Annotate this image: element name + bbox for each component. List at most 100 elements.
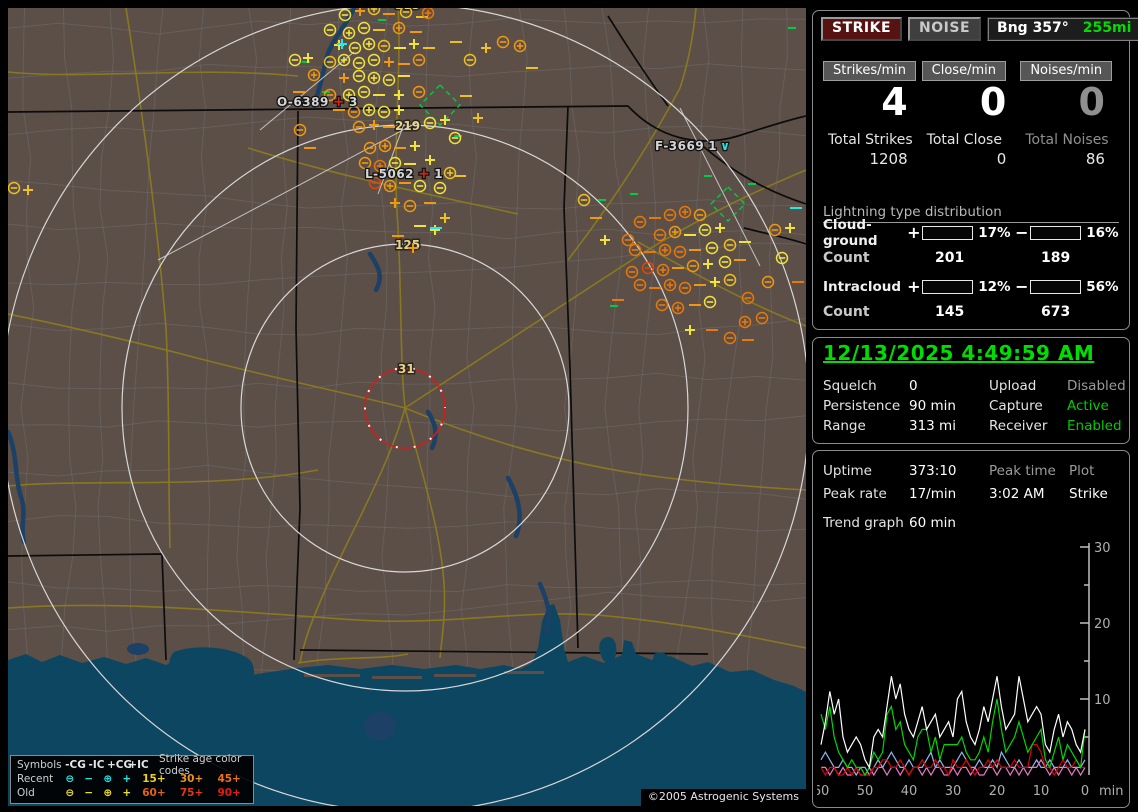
- svg-text:30: 30: [1094, 541, 1111, 556]
- strike-trend-chart: 10 20 30 60 50 40 30 20 10 0 min: [817, 541, 1124, 799]
- noises-per-min-value: 0: [1078, 80, 1105, 124]
- lightning-map[interactable]: 31321912531O-6389+3L-5062+1F-36691∨ Symb…: [8, 8, 806, 806]
- total-noises-label: Total Noises: [1025, 132, 1109, 148]
- total-close-value: 0: [996, 150, 1007, 168]
- plus-icon: +: [122, 773, 132, 785]
- plus-icon: +: [122, 787, 132, 799]
- ic-negative-count: 673: [1041, 304, 1071, 320]
- ic-positive-percent: 12%: [978, 278, 1011, 295]
- svg-text:20: 20: [1094, 617, 1111, 632]
- upload-label: Upload: [989, 378, 1037, 394]
- strikes-per-min-value: 4: [881, 80, 908, 124]
- system-status-panel: 12/13/2025 4:49:59 AM Squelch 0 Upload D…: [812, 337, 1130, 444]
- ic-negative-percent: 56%: [1086, 278, 1119, 295]
- svg-text:0: 0: [1081, 784, 1089, 799]
- svg-text:20: 20: [989, 784, 1006, 799]
- persistence-value: 90 min: [909, 398, 956, 414]
- range-label: Range: [823, 418, 866, 434]
- persistence-label: Persistence: [823, 398, 901, 414]
- total-noises-value: 86: [1085, 150, 1105, 168]
- age-code-15: 15+: [142, 773, 166, 785]
- circle-plus-icon: ⊕: [103, 787, 113, 799]
- cg-positive-percent: 17%: [978, 224, 1011, 241]
- svg-text:125: 125: [395, 238, 420, 252]
- positive-sign: +: [907, 223, 921, 242]
- svg-text:31: 31: [398, 362, 415, 376]
- receiver-label: Receiver: [989, 418, 1048, 434]
- datetime-display: 12/13/2025 4:49:59 AM: [823, 341, 1095, 365]
- close-per-min-value: 0: [979, 80, 1007, 124]
- squelch-label: Squelch: [823, 378, 877, 394]
- total-close-label: Total Close: [926, 132, 1002, 148]
- uptime-label: Uptime: [823, 463, 872, 479]
- plot-header: Plot: [1069, 463, 1095, 479]
- bearing-value: Bng 357°: [997, 20, 1069, 36]
- capture-label: Capture: [989, 398, 1043, 414]
- map-canvas: 31321912531O-6389+3L-5062+1F-36691∨: [8, 8, 806, 806]
- application-window: { "map": { "colors": { "land": "#5b4f48"…: [0, 0, 1138, 812]
- ic-negative-bar: [1030, 279, 1082, 294]
- svg-text:50: 50: [857, 784, 874, 799]
- strikes-per-min-header: Strikes/min: [823, 61, 917, 81]
- legend-symbols-header: Symbols: [17, 759, 62, 771]
- svg-text:219: 219: [395, 119, 420, 133]
- ic-count-label: Count: [823, 304, 870, 320]
- svg-text:30: 30: [945, 784, 962, 799]
- legend-col-pos-cg: +CG: [107, 759, 133, 771]
- squelch-value: 0: [909, 378, 918, 394]
- circle-minus-icon: ⊖: [65, 787, 75, 799]
- noises-per-min-header: Noises/min: [1020, 61, 1113, 81]
- cloud-ground-label: Cloud-ground: [823, 216, 878, 249]
- ic-positive-count: 145: [935, 304, 965, 320]
- trend-window-value: 60 min: [909, 515, 956, 531]
- trend-panel: Uptime 373:10 Peak time Plot Peak rate 1…: [812, 450, 1130, 808]
- positive-sign: +: [907, 277, 921, 296]
- cg-negative-bar: [1030, 225, 1082, 240]
- age-code-60: 60+: [142, 787, 166, 799]
- svg-text:60: 60: [817, 784, 829, 799]
- peak-rate-value: 17/min: [909, 486, 957, 502]
- ic-positive-bar: [922, 279, 974, 294]
- negative-sign: −: [1015, 223, 1029, 242]
- circle-plus-icon: ⊕: [103, 773, 113, 785]
- negative-sign: −: [1015, 277, 1029, 296]
- range-value: 313 mi: [909, 418, 956, 434]
- strike-stats-panel: STRIKE NOISE Bng 357° 255mi Strikes/min C…: [812, 10, 1138, 330]
- legend-col-neg-cg: -CG: [65, 759, 86, 771]
- noise-button[interactable]: NOISE: [908, 17, 982, 41]
- upload-status: Disabled: [1067, 378, 1126, 394]
- legend-col-pos-ic: +IC: [128, 759, 149, 771]
- legend-old-label: Old: [17, 787, 35, 799]
- minus-icon: −: [84, 773, 94, 785]
- total-strikes-value: 1208: [869, 150, 908, 168]
- receiver-status: Enabled: [1067, 418, 1122, 434]
- legend-col-neg-ic: -IC: [88, 759, 105, 771]
- trend-graph-label: Trend graph: [823, 515, 904, 531]
- bearing-readout: Bng 357° 255mi: [987, 17, 1138, 41]
- svg-text:min: min: [1099, 784, 1124, 799]
- close-per-min-header: Close/min: [921, 61, 1006, 81]
- svg-text:40: 40: [901, 784, 918, 799]
- uptime-value: 373:10: [909, 463, 957, 479]
- strike-button[interactable]: STRIKE: [821, 17, 903, 41]
- minus-icon: −: [84, 787, 94, 799]
- copyright-notice: ©2005 Astrogenic Systems: [640, 789, 806, 806]
- cg-negative-percent: 16%: [1086, 224, 1119, 241]
- peak-time-value: 3:02 AM: [989, 486, 1045, 502]
- cg-negative-count: 189: [1041, 250, 1071, 266]
- map-symbol-legend: Symbols -CG -IC +CG +IC Strike age color…: [10, 753, 254, 804]
- peak-rate-label: Peak rate: [823, 486, 887, 502]
- cg-positive-count: 201: [935, 250, 965, 266]
- legend-recent-label: Recent: [17, 773, 54, 785]
- age-code-45: 45+: [217, 773, 241, 785]
- svg-text:10: 10: [1033, 784, 1050, 799]
- circle-minus-icon: ⊖: [65, 773, 75, 785]
- age-code-30: 30+: [179, 773, 204, 785]
- plot-mode-value: Strike: [1069, 486, 1108, 502]
- svg-text:10: 10: [1094, 693, 1111, 708]
- peak-time-header: Peak time: [989, 463, 1056, 479]
- bearing-distance: 255mi: [1082, 20, 1132, 36]
- cg-count-label: Count: [823, 250, 870, 266]
- total-strikes-label: Total Strikes: [828, 132, 913, 148]
- intracloud-label: Intracloud: [823, 278, 902, 295]
